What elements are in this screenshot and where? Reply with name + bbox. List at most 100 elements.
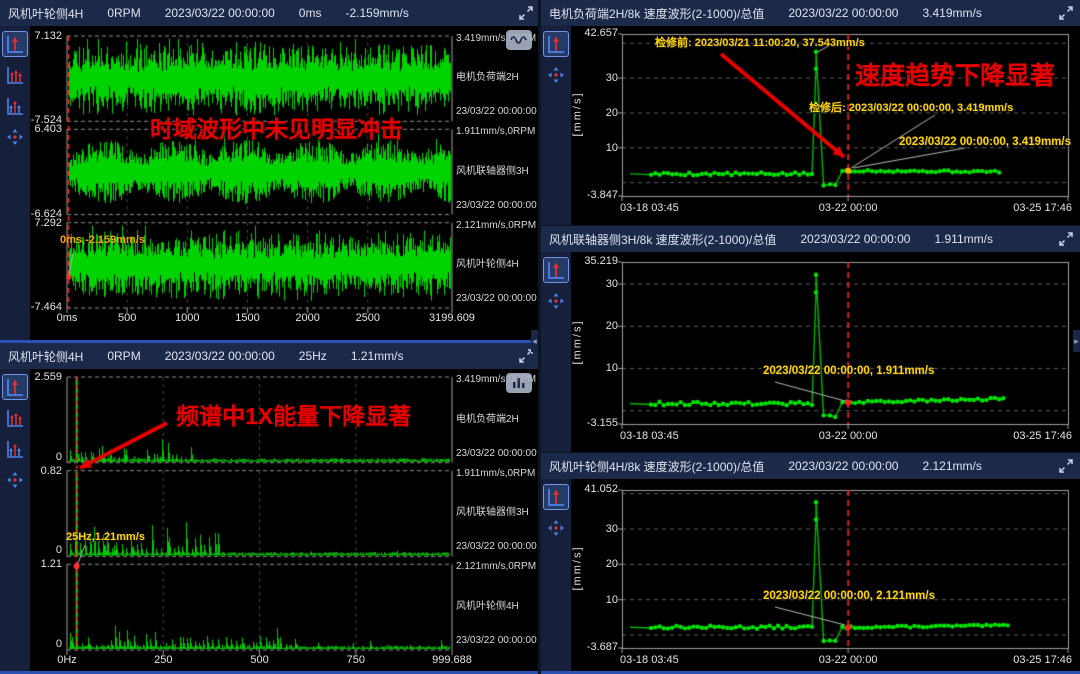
x-tick-label: 03-25 17:46 xyxy=(996,654,1072,666)
cursor-toolbar xyxy=(0,26,30,340)
title-measurement: 电机负荷端2H/8k 速度波形(2-1000)/总值 xyxy=(549,5,764,22)
trend-plot-canvas[interactable] xyxy=(541,479,1080,671)
title-cursor-value: -2.159mm/s xyxy=(345,6,408,20)
sideband-cursor-button[interactable] xyxy=(2,436,28,462)
column-divider[interactable] xyxy=(538,0,541,674)
trend-toolbar xyxy=(541,26,571,225)
title-value: 1.911mm/s xyxy=(934,232,992,246)
single-cursor-button[interactable] xyxy=(543,257,569,283)
channel-date-label: 23/03/22 00:00:00 xyxy=(456,635,537,646)
expand-icon[interactable] xyxy=(1058,5,1074,21)
trend-plot-canvas[interactable] xyxy=(541,252,1080,452)
channel-value-label: 2.121mm/s,0RPM xyxy=(456,220,536,231)
move-button[interactable] xyxy=(2,124,28,150)
single-cursor-button[interactable] xyxy=(2,31,28,57)
move-button[interactable] xyxy=(543,62,569,88)
title-timestamp: 2023/03/22 00:00:00 xyxy=(788,6,898,20)
x-tick-label: 3199.609 xyxy=(412,312,492,324)
channel-value-label: 2.121mm/s,0RPM xyxy=(456,561,536,572)
panel-trend-fan-3h: 风机联轴器侧3H/8k 速度波形(2-1000)/总值 2023/03/22 0… xyxy=(541,226,1080,452)
title-cursor-value: 1.21mm/s xyxy=(351,349,404,363)
x-tick-label: 03-25 17:46 xyxy=(996,202,1072,214)
title-timestamp: 2023/03/22 00:00:00 xyxy=(800,232,910,246)
single-cursor-button[interactable] xyxy=(543,484,569,510)
vibration-analysis-app: 风机叶轮侧4H 0RPM 2023/03/22 00:00:00 0ms -2.… xyxy=(0,0,1080,674)
x-tick-label: 03-25 17:46 xyxy=(996,430,1072,442)
title-measurement: 风机叶轮侧4H/8k 速度波形(2-1000)/总值 xyxy=(549,458,764,475)
annotation-before-repair: 检修前: 2023/03/21 11:00:20, 37.543mm/s xyxy=(655,34,865,50)
harmonic-cursor-button[interactable] xyxy=(2,405,28,431)
trend-toolbar xyxy=(541,252,571,452)
channel-name-label: 风机叶轮侧4H xyxy=(456,597,519,612)
x-tick-label: 750 xyxy=(316,654,396,666)
trend-toolbar xyxy=(541,479,571,671)
x-tick-label: 999.688 xyxy=(412,654,492,666)
title-cursor-x: 25Hz xyxy=(299,349,327,363)
x-tick-label: 03-18 03:45 xyxy=(620,202,679,214)
trend-titlebar: 风机叶轮侧4H/8k 速度波形(2-1000)/总值 2023/03/22 00… xyxy=(541,453,1080,479)
move-button[interactable] xyxy=(2,467,28,493)
channel-date-label: 23/03/22 00:00:00 xyxy=(456,200,537,211)
x-tick-label: 03-22 00:00 xyxy=(808,202,888,214)
expand-icon[interactable] xyxy=(518,5,534,21)
annotation-cursor-point: 2023/03/22 00:00:00, 1.911mm/s xyxy=(763,365,934,377)
x-tick-label: 0Hz xyxy=(27,654,107,666)
channel-name-label: 风机联轴器侧3H xyxy=(456,503,529,518)
annotation-no-impact: 时域波形中未见明显冲击 xyxy=(150,110,403,144)
harmonic-cursor-button[interactable] xyxy=(2,62,28,88)
expand-icon[interactable] xyxy=(1058,458,1074,474)
title-value: 2.121mm/s xyxy=(922,459,981,473)
panel-trend-motor-2h: 电机负荷端2H/8k 速度波形(2-1000)/总值 2023/03/22 00… xyxy=(541,0,1080,225)
channel-name-label: 电机负荷端2H xyxy=(456,68,519,83)
collapse-left-icon: ◂ xyxy=(532,336,537,346)
channel-value-label: 1.911mm/s,0RPM xyxy=(456,468,535,479)
title-rpm: 0RPM xyxy=(107,6,140,20)
annotation-cursor-point: 2023/03/22 00:00:00, 2.121mm/s xyxy=(763,590,935,602)
spectrum-mini-icon[interactable] xyxy=(506,373,532,393)
horizontal-splitter[interactable] xyxy=(0,340,540,343)
trend-titlebar: 电机负荷端2H/8k 速度波形(2-1000)/总值 2023/03/22 00… xyxy=(541,0,1080,26)
trend-titlebar: 风机联轴器侧3H/8k 速度波形(2-1000)/总值 2023/03/22 0… xyxy=(541,226,1080,252)
waveform-cursor-label: 0ms,-2.159mm/s xyxy=(60,234,145,246)
y-axis-unit-label: [mm/s] xyxy=(572,92,584,137)
title-timestamp: 2023/03/22 00:00:00 xyxy=(165,349,275,363)
x-tick-label: 03-18 03:45 xyxy=(620,430,679,442)
spectrum-peak-label: 25Hz,1.21mm/s xyxy=(66,531,145,543)
annotation-1x-drop: 频谱中1X能量下降显著 xyxy=(176,397,411,431)
collapse-right-handle[interactable]: ▸ xyxy=(1073,330,1080,352)
spectrum-titlebar: 风机叶轮侧4H 0RPM 2023/03/22 00:00:00 25Hz 1.… xyxy=(0,343,540,369)
channel-date-label: 23/03/22 00:00:00 xyxy=(456,293,537,304)
title-cursor-x: 0ms xyxy=(299,6,322,20)
single-cursor-button[interactable] xyxy=(2,374,28,400)
x-tick-label: 03-22 00:00 xyxy=(808,654,888,666)
title-channel: 风机叶轮侧4H xyxy=(8,348,83,365)
title-rpm: 0RPM xyxy=(107,349,140,363)
sideband-cursor-button[interactable] xyxy=(2,93,28,119)
waveform-titlebar: 风机叶轮侧4H 0RPM 2023/03/22 00:00:00 0ms -2.… xyxy=(0,0,540,26)
channel-value-label: 1.911mm/s,0RPM xyxy=(456,126,535,137)
title-timestamp: 2023/03/22 00:00:00 xyxy=(165,6,275,20)
channel-name-label: 风机联轴器侧3H xyxy=(456,162,529,177)
title-measurement: 风机联轴器侧3H/8k 速度波形(2-1000)/总值 xyxy=(549,231,776,248)
x-tick-label: 03-18 03:45 xyxy=(620,654,679,666)
move-button[interactable] xyxy=(543,288,569,314)
collapse-right-icon: ▸ xyxy=(1074,336,1079,346)
channel-date-label: 23/03/22 00:00:00 xyxy=(456,448,537,459)
channel-name-label: 电机负荷端2H xyxy=(456,410,519,425)
waveform-mini-icon[interactable] xyxy=(506,30,532,50)
expand-icon[interactable] xyxy=(1058,231,1074,247)
y-axis-unit-label: [mm/s] xyxy=(572,546,584,591)
move-button[interactable] xyxy=(543,515,569,541)
channel-date-label: 23/03/22 00:00:00 xyxy=(456,541,537,552)
panel-trend-fan-4h: 风机叶轮侧4H/8k 速度波形(2-1000)/总值 2023/03/22 00… xyxy=(541,453,1080,671)
annotation-after-repair: 检修后: 2023/03/22 00:00:00, 3.419mm/s xyxy=(809,99,1013,115)
collapse-left-handle[interactable]: ◂ xyxy=(531,330,538,352)
x-tick-label: 2500 xyxy=(328,312,408,324)
y-axis-unit-label: [mm/s] xyxy=(572,320,584,365)
channel-name-label: 风机叶轮侧4H xyxy=(456,255,519,270)
single-cursor-button[interactable] xyxy=(543,31,569,57)
x-tick-label: 250 xyxy=(123,654,203,666)
panel-time-waveform: 风机叶轮侧4H 0RPM 2023/03/22 00:00:00 0ms -2.… xyxy=(0,0,540,340)
title-value: 3.419mm/s xyxy=(922,6,981,20)
annotation-trend-drop: 速度趋势下降显著 xyxy=(855,56,1055,92)
